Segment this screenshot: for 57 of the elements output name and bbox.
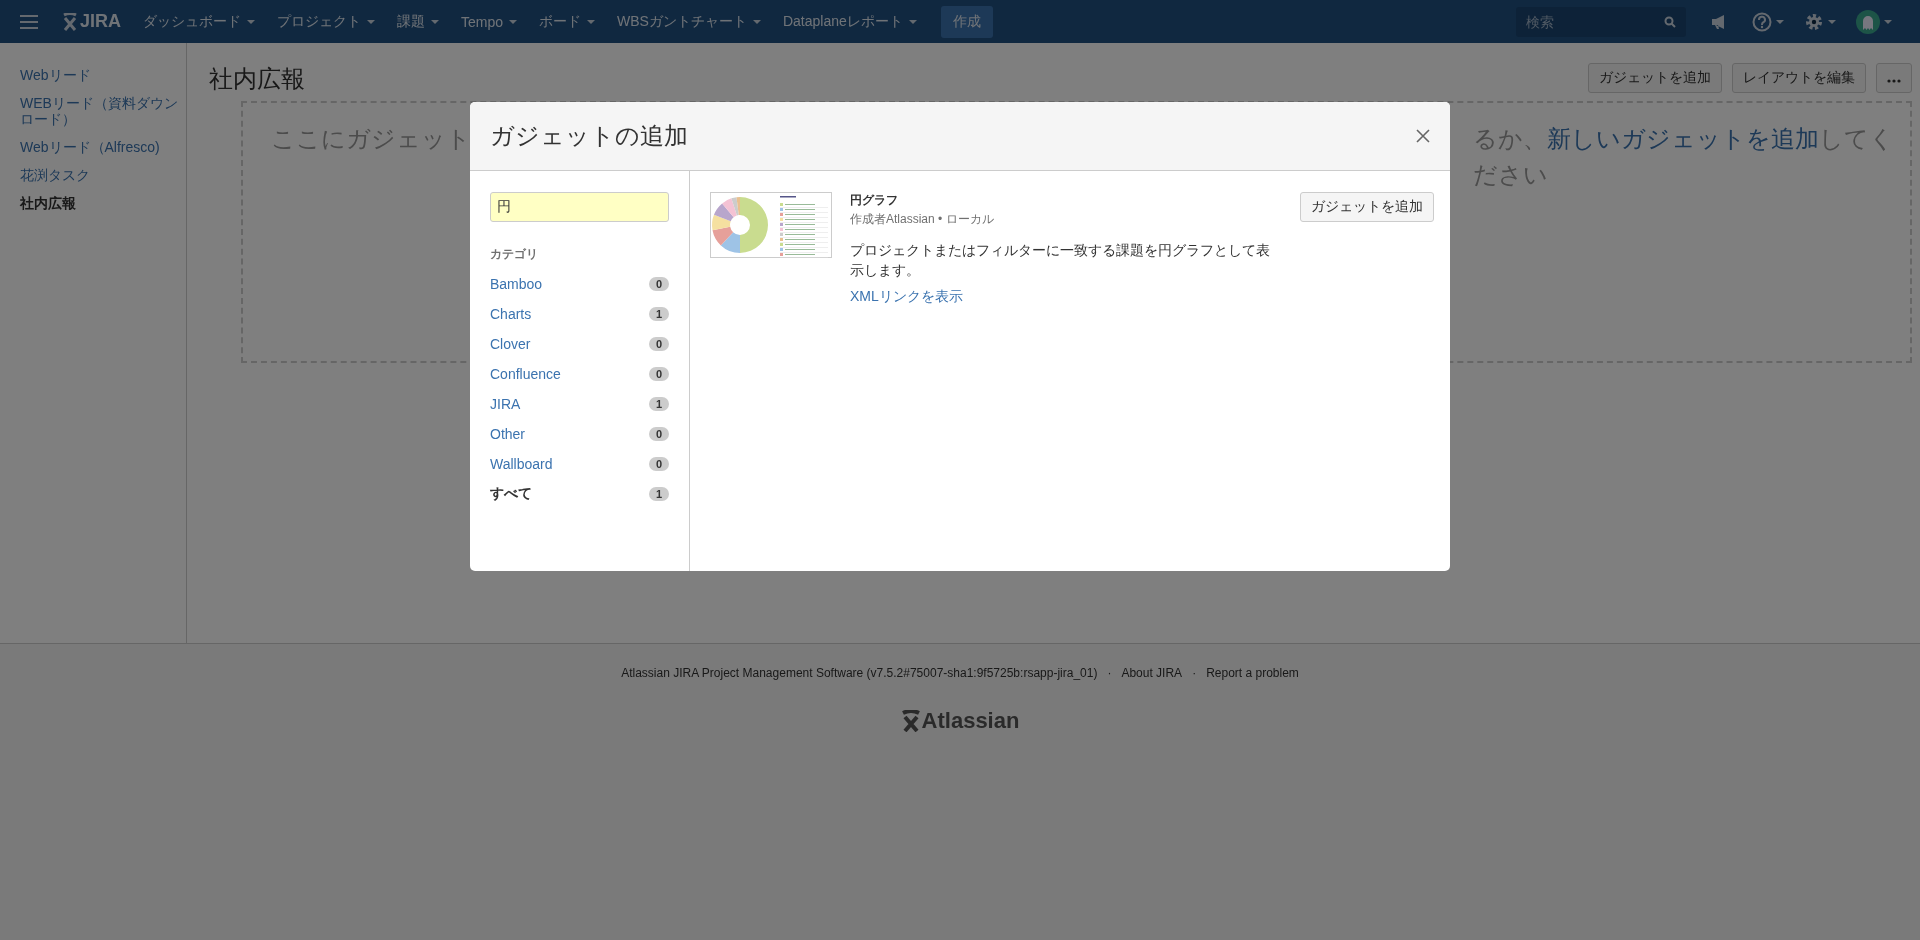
xml-link[interactable]: XMLリンクを表示 xyxy=(850,288,963,304)
dashboard-link[interactable]: Webリード（Alfresco) xyxy=(20,139,186,156)
gadget-title: 円グラフ xyxy=(850,192,899,209)
category-item[interactable]: Other 0 xyxy=(490,419,669,449)
dashboard-link[interactable]: WEBリード（資料ダウンロード） xyxy=(20,95,186,128)
version-text: Atlassian JIRA Project Management Software (v7.5.2#75007-sha1:9f5725b:rsapp-jira_01) xyxy=(621,666,1098,680)
separator-dot: · xyxy=(1192,666,1197,680)
toolbar-button[interactable]: ガジェットを追加 xyxy=(1588,63,1722,93)
gadget-author: 作成者Atlassian • ローカル xyxy=(850,211,995,228)
dialog-title: ガジェットの追加 xyxy=(490,121,688,151)
toolbar-button[interactable]: レイアウトを編集 xyxy=(1732,63,1866,93)
search-icon xyxy=(1664,15,1676,28)
avatar-button[interactable] xyxy=(1856,9,1892,34)
count-badge: 0 xyxy=(648,337,669,351)
count-badge: 1 xyxy=(648,397,669,411)
footer-link[interactable]: About JIRA xyxy=(1121,666,1183,680)
atlassian-logo: Atlassian xyxy=(900,708,1020,734)
footer-link[interactable]: Report a problem xyxy=(1206,666,1299,680)
nav-menu-item[interactable]: ダッシュボード xyxy=(135,6,263,37)
nav-menu-item[interactable]: ボード xyxy=(531,6,604,37)
settings-button[interactable] xyxy=(1804,11,1836,32)
dashboard-link[interactable]: 花渕タスク xyxy=(20,167,186,184)
category-item[interactable]: Confluence 0 xyxy=(490,359,669,389)
nav-menu-item[interactable]: Dataplaneレポート xyxy=(774,6,925,37)
add-gadget-button[interactable]: ガジェットを追加 xyxy=(1300,192,1434,222)
gadget-description: プロジェクトまたはフィルターに一致する課題を円グラフとして表示します。 xyxy=(850,241,1271,280)
dashboard-link[interactable]: Webリード xyxy=(20,67,186,84)
search-field[interactable]: 検索 xyxy=(1516,6,1686,37)
categories-heading: カテゴリ xyxy=(490,246,539,263)
help-button[interactable] xyxy=(1752,11,1784,32)
nav-menu-item[interactable]: プロジェクト xyxy=(269,6,383,37)
category-item[interactable]: JIRA 1 xyxy=(490,389,669,419)
menu-icon[interactable] xyxy=(20,14,38,29)
add-gadget-link[interactable]: 新しいガジェットを追加 xyxy=(1547,125,1819,152)
category-item[interactable]: すべて 1 xyxy=(490,479,669,509)
nav-menu-item[interactable]: 課題 xyxy=(389,6,447,37)
create-button[interactable]: 作成 xyxy=(940,5,993,38)
count-badge: 0 xyxy=(648,367,669,381)
nav-menu-item[interactable]: Tempo xyxy=(453,7,526,36)
separator-dot: · xyxy=(1107,666,1112,680)
count-badge: 1 xyxy=(648,487,669,501)
count-badge: 0 xyxy=(648,277,669,291)
close-icon[interactable] xyxy=(1416,129,1430,143)
nav-menu-item[interactable]: WBSガントチャート xyxy=(609,6,769,37)
dashboard-title: 社内広報 xyxy=(209,64,305,94)
count-badge: 0 xyxy=(648,457,669,471)
category-item[interactable]: Charts 1 xyxy=(490,299,669,329)
count-badge: 0 xyxy=(648,427,669,441)
dashboard-link[interactable]: 社内広報 xyxy=(20,195,186,212)
category-item[interactable]: Clover 0 xyxy=(490,329,669,359)
category-item[interactable]: Wallboard 0 xyxy=(490,449,669,479)
more-button[interactable] xyxy=(1876,63,1912,93)
category-item[interactable]: Bamboo 0 xyxy=(490,269,669,299)
gadget-search-field[interactable]: 円 xyxy=(490,192,669,222)
count-badge: 1 xyxy=(648,307,669,321)
more-icon xyxy=(1887,79,1901,83)
jira-logo[interactable]: JIRA xyxy=(62,11,121,32)
